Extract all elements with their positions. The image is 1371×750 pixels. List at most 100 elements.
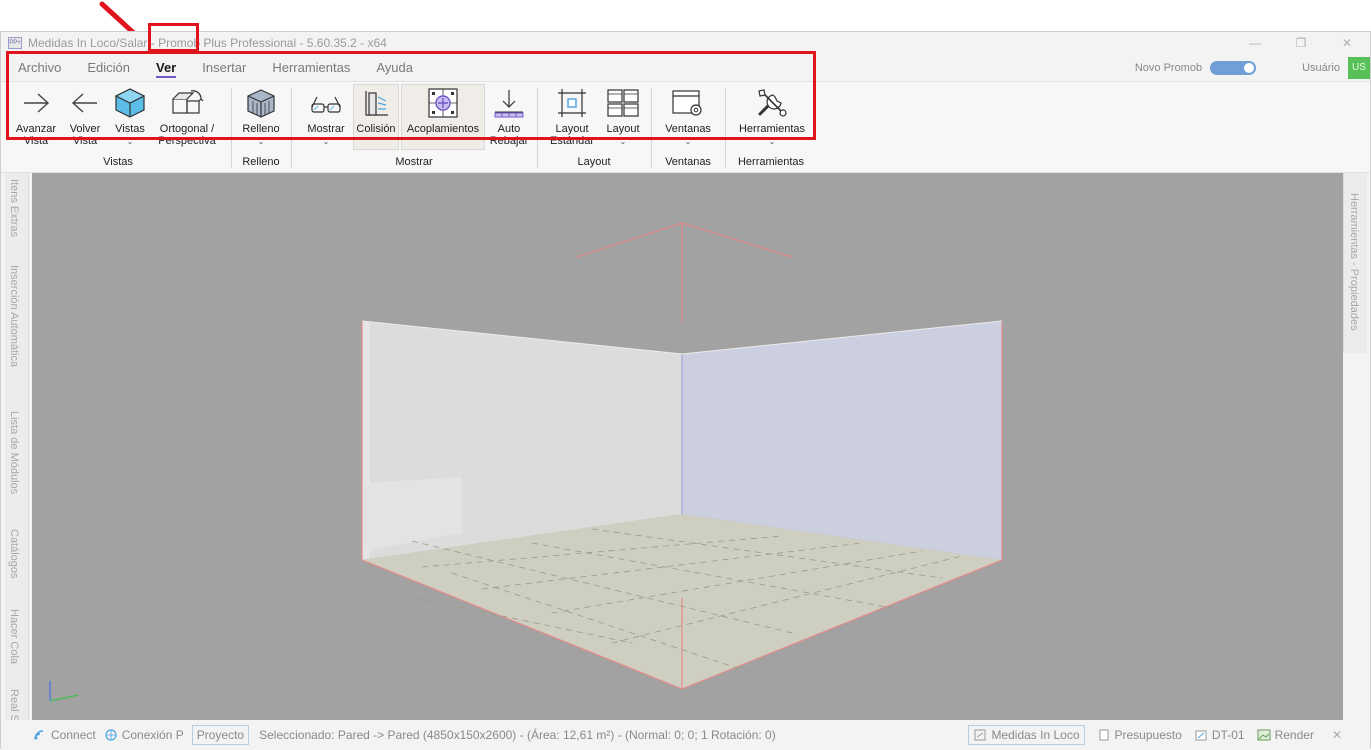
group-label-layout: Layout bbox=[577, 156, 611, 168]
acoplamientos-label: Acoplamientos bbox=[406, 123, 480, 135]
tab-hacer-cola[interactable]: Hacer Cola bbox=[8, 609, 20, 664]
tab-archivo[interactable]: Archivo bbox=[5, 54, 74, 81]
colision-button[interactable]: Colisión bbox=[353, 84, 399, 150]
layout-estandar-label: Layout Estándar bbox=[549, 123, 595, 147]
ver-tab-highlight bbox=[148, 23, 199, 52]
minimize-icon[interactable]: — bbox=[1232, 32, 1278, 54]
vistas-button[interactable]: Vistas ⌄ bbox=[109, 85, 151, 148]
chevron-down-icon: ⌄ bbox=[684, 137, 692, 146]
tab-insercion-automatica[interactable]: Inserción Automática bbox=[8, 265, 20, 367]
tab-insertar[interactable]: Insertar bbox=[189, 54, 259, 81]
ribbon-separator bbox=[231, 88, 232, 168]
auto-rebajar-button[interactable]: Auto Rebajar bbox=[487, 85, 531, 147]
document-icon bbox=[1099, 729, 1108, 741]
chevron-down-icon: ⌄ bbox=[126, 137, 134, 146]
ortho-perspective-icon bbox=[172, 90, 204, 114]
group-label-ventanas: Ventanas bbox=[665, 156, 711, 168]
herramientas-button[interactable]: Herramientas ⌄ bbox=[733, 85, 811, 148]
medidas-in-loco-tab[interactable]: Medidas In Loco bbox=[968, 725, 1085, 745]
acoplamientos-button[interactable]: Acoplamientos bbox=[401, 84, 485, 150]
avanzar-vista-label: Avanzar Vista bbox=[15, 123, 57, 147]
connect-label: Connect bbox=[51, 728, 96, 742]
tab-ayuda[interactable]: Ayuda bbox=[363, 54, 426, 81]
dt-01-tab[interactable]: DT-01 bbox=[1194, 728, 1245, 742]
measure-doc-icon bbox=[974, 729, 986, 741]
couplings-icon bbox=[428, 88, 458, 118]
avanzar-vista-button[interactable]: Avanzar Vista bbox=[11, 85, 61, 147]
tab-lista-de-modulos[interactable]: Lista de Módulos bbox=[8, 411, 20, 494]
auto-rebajar-label: Auto Rebajar bbox=[489, 123, 529, 147]
ribbon-group-ventanas: Ventanas ⌄ Ventanas bbox=[653, 82, 723, 172]
tab-edicion[interactable]: Edición bbox=[74, 54, 143, 81]
workspace: Itens Extras Inserción Automática Lista … bbox=[1, 173, 1370, 740]
ribbon-group-layout: Layout Estándar Layout ⌄ Layout bbox=[539, 82, 649, 172]
user-label: Usuário bbox=[1302, 61, 1340, 74]
tab-catalogos[interactable]: Catálogos bbox=[8, 529, 20, 579]
dt-label: DT-01 bbox=[1211, 728, 1245, 742]
standard-layout-icon bbox=[558, 89, 586, 117]
ventanas-label: Ventanas bbox=[665, 123, 711, 135]
auto-lower-icon bbox=[494, 90, 524, 118]
window-title: Medidas In Loco/Salar - Promob Plus Prof… bbox=[28, 36, 387, 50]
medidas-label: Medidas In Loco bbox=[991, 728, 1080, 742]
ribbon-separator bbox=[291, 88, 292, 168]
tab-itens-extras[interactable]: Itens Extras bbox=[8, 179, 20, 237]
volver-vista-button[interactable]: Volver Vista bbox=[63, 85, 107, 147]
drawing-icon bbox=[1195, 730, 1207, 741]
presupuesto-label: Presupuesto bbox=[1114, 728, 1182, 742]
tab-herramientas-propiedades[interactable]: Herramientas - Propiedades bbox=[1348, 193, 1360, 331]
app-logo-icon: PP+ bbox=[8, 37, 22, 49]
ribbon-group-mostrar: Mostrar ⌄ Colisión Acoplamientos Auto Re… bbox=[293, 82, 535, 172]
relleno-button[interactable]: Relleno ⌄ bbox=[237, 85, 285, 148]
collision-icon bbox=[365, 91, 388, 116]
proyecto-button[interactable]: Proyecto bbox=[191, 725, 250, 745]
arrow-left-icon bbox=[71, 93, 97, 113]
volver-vista-label: Volver Vista bbox=[69, 123, 101, 147]
proyecto-label: Proyecto bbox=[196, 728, 245, 742]
conexion-item[interactable]: Conexión P bbox=[104, 728, 184, 742]
status-right: Medidas In Loco Presupuesto DT-01 Render… bbox=[956, 720, 1370, 750]
vistas-label: Vistas bbox=[115, 123, 145, 135]
tab-herramientas[interactable]: Herramientas bbox=[259, 54, 363, 81]
chevron-down-icon: ⌄ bbox=[257, 137, 265, 146]
group-label-relleno: Relleno bbox=[242, 156, 280, 168]
conexion-label: Conexión P bbox=[121, 728, 184, 742]
presupuesto-tab[interactable]: Presupuesto bbox=[1097, 728, 1182, 742]
title-bar: PP+ Medidas In Loco/Salar - Promob Plus … bbox=[1, 32, 1370, 54]
layout-grid-icon bbox=[607, 89, 639, 117]
ortogonal-perspectiva-button[interactable]: Ortogonal / Perspectiva bbox=[153, 85, 221, 147]
relleno-label: Relleno bbox=[242, 123, 280, 135]
mostrar-button[interactable]: Mostrar ⌄ bbox=[303, 85, 349, 148]
layout-estandar-button[interactable]: Layout Estándar bbox=[545, 85, 599, 147]
ribbon-group-vistas: Avanzar Vista Volver Vista Vistas ⌄ Orto… bbox=[7, 82, 229, 172]
3d-scene bbox=[49, 222, 1003, 702]
user-avatar[interactable]: US bbox=[1348, 56, 1370, 79]
group-label-mostrar: Mostrar bbox=[395, 156, 433, 168]
window-settings-icon bbox=[672, 90, 702, 116]
ribbon-group-relleno: Relleno ⌄ Relleno bbox=[233, 82, 289, 172]
herramientas-label: Herramientas bbox=[738, 123, 806, 135]
render-image-icon bbox=[1257, 729, 1271, 741]
chevron-down-icon: ⌄ bbox=[768, 137, 776, 146]
status-bar: Connect Conexión P Proyecto Seleccionado… bbox=[1, 720, 1370, 750]
ribbon-group-herramientas: Herramientas ⌄ Herramientas bbox=[727, 82, 815, 172]
novo-promob-toggle[interactable] bbox=[1210, 60, 1257, 75]
restore-icon[interactable]: ❐ bbox=[1278, 32, 1324, 54]
close-tab-icon[interactable]: ✕ bbox=[1332, 728, 1342, 742]
layout-label: Layout bbox=[606, 123, 640, 135]
layout-button[interactable]: Layout ⌄ bbox=[601, 85, 645, 148]
tab-ver[interactable]: Ver bbox=[143, 54, 189, 81]
mostrar-label: Mostrar bbox=[307, 123, 345, 135]
3d-viewport[interactable] bbox=[32, 173, 1343, 720]
connect-item[interactable]: Connect bbox=[33, 728, 96, 742]
fill-box-icon bbox=[247, 89, 275, 118]
render-label: Render bbox=[1274, 728, 1314, 742]
ribbon-separator bbox=[537, 88, 538, 168]
render-tab[interactable]: Render bbox=[1257, 728, 1314, 742]
chevron-down-icon: ⌄ bbox=[619, 137, 627, 146]
ventanas-button[interactable]: Ventanas ⌄ bbox=[659, 85, 717, 148]
right-dock-panel: Herramientas - Propiedades bbox=[1343, 173, 1367, 353]
ribbon-separator bbox=[651, 88, 652, 168]
close-window-icon[interactable]: ✕ bbox=[1324, 32, 1370, 54]
top-right-area: Novo Promob Usuário US bbox=[1135, 54, 1370, 81]
